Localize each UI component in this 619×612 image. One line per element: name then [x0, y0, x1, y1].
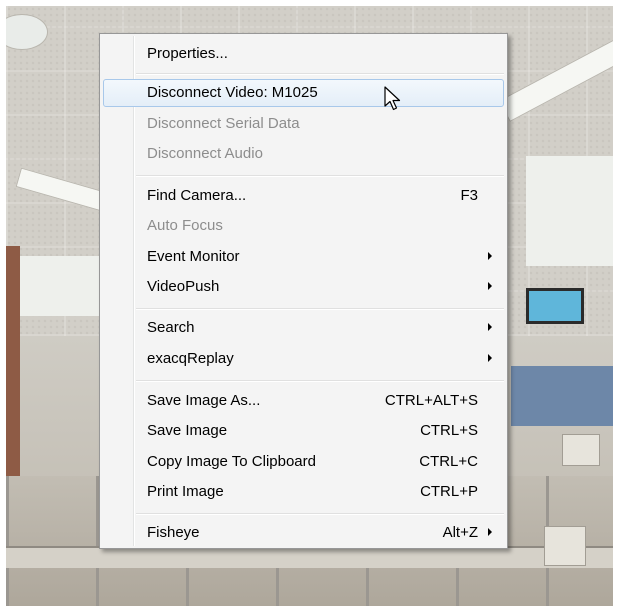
office-window	[511, 366, 613, 426]
menu-item-label: Properties...	[147, 45, 228, 62]
menu-separator	[136, 73, 504, 75]
menu-separator	[136, 308, 504, 310]
menu-item-disconnect-video[interactable]: Disconnect Video: M1025	[103, 79, 504, 107]
menu-item-label: Save Image As...	[147, 392, 261, 409]
menu-item-auto-focus: Auto Focus	[103, 212, 504, 240]
menu-item-shortcut: CTRL+S	[420, 422, 478, 439]
menu-item-save-image-as[interactable]: Save Image As... CTRL+ALT+S	[103, 387, 504, 415]
menu-item-videopush[interactable]: VideoPush	[103, 273, 504, 301]
menu-item-label: Disconnect Video: M1025	[147, 84, 318, 101]
menu-item-search[interactable]: Search	[103, 314, 504, 342]
chevron-right-icon	[488, 282, 492, 290]
menu-item-label: exacqReplay	[147, 350, 234, 367]
menu-separator	[136, 513, 504, 515]
menu-item-shortcut: CTRL+ALT+S	[384, 392, 478, 409]
menu-item-label: Fisheye	[147, 524, 200, 541]
window-glare	[526, 156, 613, 266]
menu-item-copy-image-to-clipboard[interactable]: Copy Image To Clipboard CTRL+C	[103, 448, 504, 476]
menu-item-label: Auto Focus	[147, 217, 223, 234]
menu-item-label: Disconnect Serial Data	[147, 115, 300, 132]
menu-item-label: Save Image	[147, 422, 228, 439]
menu-item-event-monitor[interactable]: Event Monitor	[103, 243, 504, 271]
menu-item-save-image[interactable]: Save Image CTRL+S	[103, 417, 504, 445]
chevron-right-icon	[488, 252, 492, 260]
context-menu: Properties... Disconnect Video: M1025 Di…	[99, 33, 508, 549]
menu-item-properties[interactable]: Properties...	[103, 40, 504, 68]
menu-separator	[136, 380, 504, 382]
menu-separator	[136, 175, 504, 177]
menu-item-label: Find Camera...	[147, 187, 247, 204]
chevron-right-icon	[488, 354, 492, 362]
menu-item-fisheye[interactable]: Fisheye Alt+Z	[103, 519, 504, 547]
menu-item-label: Search	[147, 319, 195, 336]
menu-item-disconnect-serial-data: Disconnect Serial Data	[103, 110, 504, 138]
menu-item-label: Event Monitor	[147, 248, 240, 265]
cubicle-box	[544, 526, 586, 566]
cubicle-box	[562, 434, 600, 466]
menu-item-shortcut: F3	[460, 187, 478, 204]
menu-item-find-camera[interactable]: Find Camera... F3	[103, 182, 504, 210]
menu-item-label: VideoPush	[147, 278, 220, 295]
menu-item-exacqreplay[interactable]: exacqReplay	[103, 345, 504, 373]
menu-item-print-image[interactable]: Print Image CTRL+P	[103, 478, 504, 506]
menu-item-shortcut: CTRL+C	[419, 453, 478, 470]
menu-item-shortcut: Alt+Z	[442, 524, 478, 541]
menu-item-shortcut: CTRL+P	[420, 483, 478, 500]
mouse-pointer-icon	[384, 86, 401, 111]
menu-item-label: Copy Image To Clipboard	[147, 453, 316, 470]
chevron-right-icon	[488, 323, 492, 331]
menu-item-label: Print Image	[147, 483, 224, 500]
wall-monitor	[526, 288, 584, 324]
cubicle-top-rail	[6, 546, 613, 568]
chevron-right-icon	[488, 528, 492, 536]
menu-item-disconnect-audio: Disconnect Audio	[103, 140, 504, 168]
menu-item-label: Disconnect Audio	[147, 145, 263, 162]
